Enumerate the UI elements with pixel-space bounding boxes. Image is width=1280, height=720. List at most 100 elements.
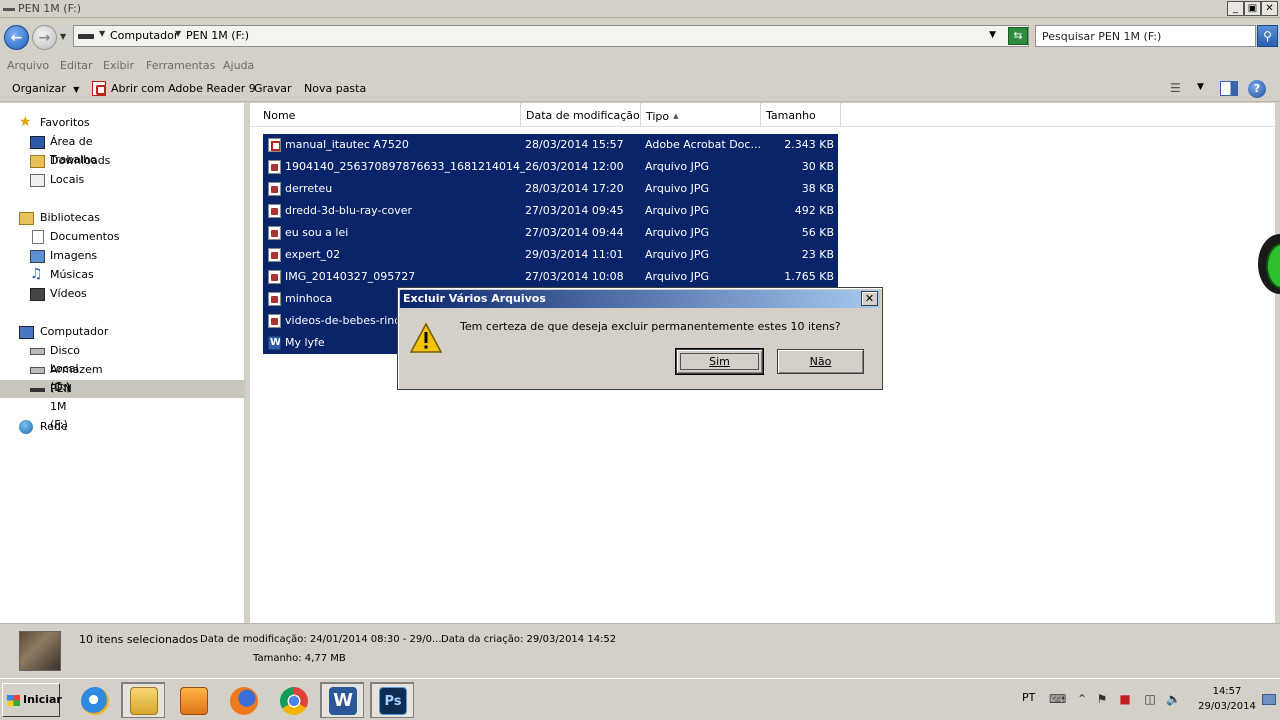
- file-name: derreteu: [285, 182, 333, 195]
- dialog-title: Excluir Vários Arquivos: [400, 290, 880, 308]
- minimize-button[interactable]: _: [1227, 1, 1244, 16]
- taskbar-chrome[interactable]: [271, 682, 315, 718]
- preview-pane-icon[interactable]: [1220, 81, 1238, 96]
- column-size[interactable]: Tamanho: [761, 103, 841, 127]
- forward-button[interactable]: →: [32, 25, 57, 50]
- taskbar-internet-explorer[interactable]: [72, 682, 116, 718]
- burn-button[interactable]: Gravar: [254, 82, 292, 95]
- breadcrumb-pen[interactable]: PEN 1M (F:): [186, 29, 249, 42]
- nav-label: Imagens: [50, 249, 98, 262]
- adobe-reader-icon: [92, 81, 106, 96]
- file-row[interactable]: 1904140_256370897876633_1681214014_n 26/0…: [263, 156, 838, 178]
- menu-arquivo[interactable]: Arquivo: [7, 59, 49, 72]
- nav-label: Downloads: [50, 154, 111, 167]
- file-row[interactable]: eu sou a lei 27/03/2014 09:44 Arquivo JPG 5…: [263, 222, 838, 244]
- new-folder-button[interactable]: Nova pasta: [304, 82, 366, 95]
- taskbar-media-player[interactable]: [171, 682, 215, 718]
- total-size: Tamanho: 4,77 MB: [253, 653, 346, 664]
- network-tray-icon[interactable]: ◫: [1143, 692, 1157, 706]
- downloads-folder-icon: [30, 155, 45, 168]
- view-options-icon[interactable]: ☰: [1170, 82, 1186, 94]
- menu-exibir[interactable]: Exibir: [103, 59, 134, 72]
- file-row[interactable]: IMG_20140327_095727 27/03/2014 10:08 Arqui…: [263, 266, 838, 288]
- close-button[interactable]: ✕: [1261, 1, 1278, 16]
- menu-ajuda[interactable]: Ajuda: [223, 59, 254, 72]
- nav-label: Locais: [50, 173, 85, 186]
- network-icon: [19, 420, 33, 434]
- breadcrumb-computador[interactable]: Computador: [110, 29, 178, 42]
- clock-date[interactable]: 29/03/2014: [1198, 701, 1256, 712]
- jpg-icon: [268, 248, 281, 262]
- taskbar-windows-explorer[interactable]: [121, 682, 165, 718]
- help-icon[interactable]: ?: [1248, 80, 1266, 98]
- volume-icon[interactable]: 🔈: [1166, 692, 1181, 706]
- file-type: Arquivo JPG: [645, 248, 710, 261]
- search-icon[interactable]: ⚲: [1257, 25, 1278, 47]
- show-hidden-icons-icon[interactable]: ⌃: [1075, 692, 1089, 706]
- file-row[interactable]: minhoca: [263, 288, 403, 310]
- menu-editar[interactable]: Editar: [60, 59, 93, 72]
- file-row[interactable]: derreteu 28/03/2014 17:20 Arquivo JPG 38 KB: [263, 178, 838, 200]
- file-name: IMG_20140327_095727: [285, 270, 416, 283]
- computer-icon: [19, 326, 34, 339]
- selected-count: 10 itens selecionados: [79, 633, 199, 646]
- dialog-close-button[interactable]: ✕: [861, 291, 878, 306]
- file-row[interactable]: My lyfe: [263, 332, 403, 354]
- antivirus-icon[interactable]: ■: [1118, 692, 1132, 706]
- recent-places-icon: [30, 174, 45, 187]
- column-name[interactable]: Nome: [258, 103, 521, 127]
- nav-label: Bibliotecas: [40, 211, 101, 224]
- dialog-message: Tem certeza de que deseja excluir perman…: [460, 320, 841, 333]
- file-type: Arquivo JPG: [645, 204, 710, 217]
- organize-button[interactable]: Organizar ▼: [12, 82, 79, 95]
- keyboard-icon[interactable]: ⌨: [1049, 692, 1066, 706]
- address-dropdown[interactable]: ▼: [989, 30, 996, 40]
- libraries-icon: [19, 212, 34, 225]
- nav-label: Músicas: [50, 268, 94, 281]
- file-row[interactable]: expert_02 29/03/2014 11:01 Arquivo JPG 23 K…: [263, 244, 838, 266]
- chevron-down-icon[interactable]: ▼: [1197, 82, 1204, 92]
- recent-pages-dropdown[interactable]: ▼: [60, 32, 66, 41]
- navigation-pane: ★ Favoritos Área de Trabalho Downloads L…: [0, 103, 247, 623]
- open-with-button[interactable]: Abrir com Adobe Reader 9: [111, 82, 256, 95]
- delete-confirmation-dialog: Excluir Vários Arquivos ✕ Tem certeza de…: [397, 287, 883, 390]
- address-bar[interactable]: ▼ Computador ▼ PEN 1M (F:) ▼: [73, 25, 1029, 47]
- file-row[interactable]: videos-de-bebes-rindo: [263, 310, 408, 332]
- column-modified[interactable]: Data de modificação: [521, 103, 641, 127]
- file-row[interactable]: dredd-3d-blu-ray-cover 27/03/2014 09:45 Ar…: [263, 200, 838, 222]
- command-bar: Organizar ▼ Abrir com Adobe Reader 9 Gra…: [0, 76, 1280, 102]
- menu-ferramentas[interactable]: Ferramentas: [146, 59, 215, 72]
- show-desktop-button[interactable]: [1262, 694, 1276, 705]
- taskbar-word[interactable]: W: [320, 682, 364, 718]
- file-modified: 27/03/2014 10:08: [525, 270, 624, 283]
- taskbar-photoshop[interactable]: Ps: [370, 682, 414, 718]
- taskbar-firefox[interactable]: [221, 682, 265, 718]
- action-center-flag-icon[interactable]: ⚑: [1095, 692, 1109, 706]
- start-button[interactable]: Iniciar: [2, 683, 62, 717]
- jpg-icon: [268, 204, 281, 218]
- sort-ascending-icon: ▲: [673, 112, 679, 120]
- music-icon: ♫: [30, 266, 43, 282]
- chevron-right-icon[interactable]: ▼: [99, 29, 105, 38]
- usb-drive-icon: [30, 388, 45, 392]
- images-icon: [30, 250, 45, 263]
- file-row[interactable]: manual_itautec A7520 28/03/2014 15:57 Adob…: [263, 134, 838, 156]
- windows-explorer-icon: [130, 687, 158, 715]
- back-button[interactable]: ←: [4, 25, 29, 50]
- maximize-button[interactable]: ▣: [1244, 1, 1261, 16]
- star-icon: ★: [19, 114, 32, 130]
- language-indicator[interactable]: PT: [1022, 691, 1035, 704]
- clock-time[interactable]: 14:57: [1198, 686, 1256, 697]
- hard-drive-icon: [30, 348, 45, 355]
- chevron-right-icon[interactable]: ▼: [175, 29, 181, 38]
- refresh-button[interactable]: ⇆: [1008, 27, 1028, 45]
- drive-icon: [78, 34, 94, 39]
- jpg-icon: [268, 160, 281, 174]
- search-input[interactable]: Pesquisar PEN 1M (F:): [1035, 25, 1256, 47]
- yes-button[interactable]: Sim: [675, 348, 764, 375]
- menu-bar: Arquivo Editar Exibir Ferramentas Ajuda: [0, 56, 1280, 76]
- file-modified: 29/03/2014 11:01: [525, 248, 624, 261]
- column-type[interactable]: Tipo ▲: [641, 103, 761, 127]
- file-size: 23 KB: [801, 248, 834, 261]
- no-button[interactable]: Não: [777, 349, 864, 374]
